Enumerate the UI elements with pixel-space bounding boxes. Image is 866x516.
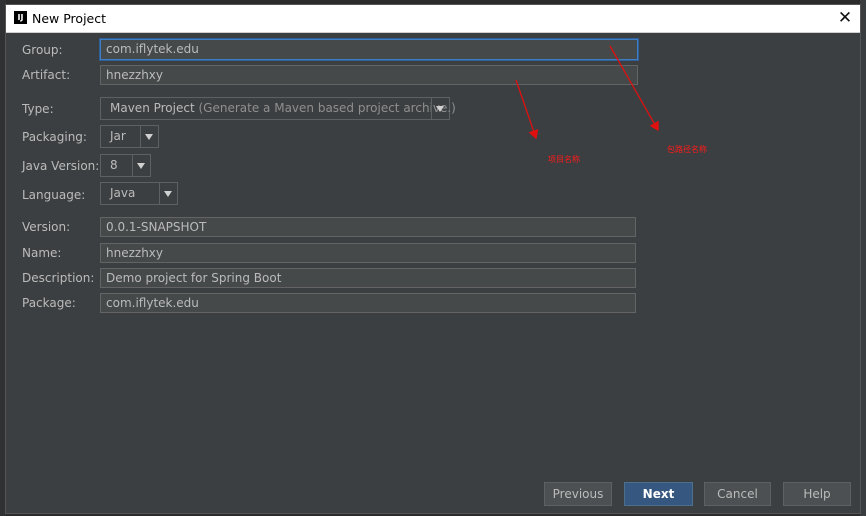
chevron-down-icon: [436, 106, 444, 112]
previous-button[interactable]: Previous: [544, 482, 612, 506]
dialog-title: New Project: [32, 11, 107, 26]
artifact-label: Artifact:: [22, 68, 71, 82]
group-label: Group:: [22, 43, 63, 57]
group-input[interactable]: com.iflytek.edu: [100, 39, 638, 60]
package-path-annotation: 包路径名称: [667, 145, 707, 154]
name-label: Name:: [22, 246, 62, 260]
packaging-label: Packaging:: [22, 130, 87, 144]
type-dropdown[interactable]: Maven Project (Generate a Maven based pr…: [100, 97, 456, 120]
package-label: Package:: [22, 296, 76, 310]
artifact-input[interactable]: hnezzhxy: [100, 65, 638, 85]
project-name-annotation: 项目名称: [548, 155, 580, 164]
language-dropdown[interactable]: Java: [100, 182, 178, 205]
java-version-dropdown-arrow[interactable]: [132, 155, 150, 176]
chevron-down-icon: [145, 134, 153, 140]
chevron-down-icon: [137, 163, 145, 169]
cancel-button[interactable]: Cancel: [704, 482, 771, 506]
version-input[interactable]: 0.0.1-SNAPSHOT: [100, 217, 636, 237]
language-label: Language:: [22, 188, 86, 202]
dialog-titlebar: IJ New Project ✕: [6, 5, 860, 33]
language-dropdown-arrow[interactable]: [159, 183, 177, 204]
java-version-dropdown-value: 8: [110, 158, 118, 172]
chevron-down-icon: [164, 191, 172, 197]
packaging-dropdown-arrow[interactable]: [140, 126, 158, 147]
next-button[interactable]: Next: [624, 482, 693, 506]
help-button[interactable]: Help: [783, 482, 851, 506]
package-input[interactable]: com.iflytek.edu: [100, 293, 636, 313]
type-label: Type:: [22, 102, 54, 116]
type-dropdown-value: Maven Project (Generate a Maven based pr…: [110, 101, 456, 115]
java-version-label: Java Version:: [22, 159, 100, 173]
intellij-app-icon: IJ: [14, 11, 27, 24]
packaging-dropdown-value: Jar: [110, 129, 126, 143]
type-dropdown-arrow[interactable]: [431, 98, 449, 119]
java-version-dropdown[interactable]: 8: [100, 154, 151, 177]
packaging-dropdown[interactable]: Jar: [100, 125, 159, 148]
description-input[interactable]: Demo project for Spring Boot: [100, 268, 636, 288]
name-input[interactable]: hnezzhxy: [100, 243, 636, 263]
language-dropdown-value: Java: [110, 186, 136, 200]
version-label: Version:: [22, 220, 71, 234]
new-project-dialog: IJ New Project ✕ Group: com.iflytek.edu …: [5, 4, 861, 514]
close-button[interactable]: ✕: [830, 5, 860, 32]
description-label: Description:: [22, 271, 95, 285]
